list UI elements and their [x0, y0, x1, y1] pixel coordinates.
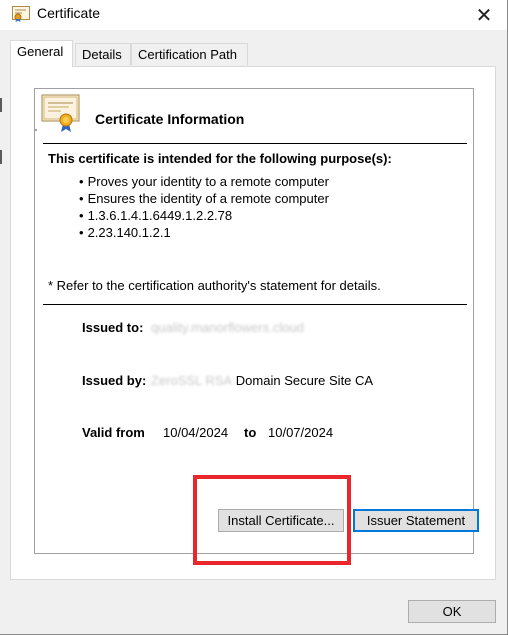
edge-mark	[0, 150, 2, 164]
close-icon: ✕	[475, 4, 493, 27]
tab-certification-path-label: Certification Path	[138, 47, 237, 62]
box-mark	[34, 129, 37, 131]
tab-details-label: Details	[82, 47, 122, 62]
authority-note: * Refer to the certification authority's…	[48, 278, 381, 293]
valid-from-value: 10/04/2024	[163, 425, 229, 440]
ok-button[interactable]: OK	[408, 600, 496, 623]
install-certificate-button[interactable]: Install Certificate...	[218, 509, 344, 532]
issued-to-value: quality.manorflowers.cloud	[151, 320, 304, 335]
certificate-info-box: Certificate Information This certificate…	[34, 88, 474, 554]
issued-by-label: Issued by:	[82, 373, 147, 388]
tab-general[interactable]: General	[10, 40, 73, 67]
tab-general-label: General	[17, 44, 64, 59]
valid-from-label: Valid from	[82, 425, 145, 440]
purpose-list: Proves your identity to a remote compute…	[79, 173, 329, 241]
issued-by-value: ZeroSSL RSA Domain Secure Site CA	[151, 373, 373, 388]
divider	[43, 304, 467, 305]
issued-to-label: Issued to:	[82, 320, 144, 335]
list-item: Proves your identity to a remote compute…	[79, 173, 329, 190]
issuer-name: Domain Secure Site CA	[235, 373, 374, 388]
valid-to-label: to	[244, 425, 257, 440]
certificate-ribbon-icon	[41, 94, 80, 132]
valid-to-value: 10/07/2024	[268, 425, 334, 440]
certificate-dialog: Certificate ✕ General Details Certificat…	[0, 0, 508, 635]
certificate-icon	[12, 6, 30, 22]
divider	[43, 143, 467, 144]
edge-mark	[0, 98, 2, 112]
window-title: Certificate	[37, 5, 101, 21]
general-tab-panel: Certificate Information This certificate…	[10, 66, 496, 580]
close-button[interactable]: ✕	[461, 0, 507, 30]
list-item: 1.3.6.1.4.1.6449.1.2.2.78	[79, 207, 329, 224]
redacted-text: quality.manorflowers.cloud	[151, 320, 304, 335]
redacted-text: ZeroSSL RSA	[151, 373, 233, 388]
certificate-information-heading: Certificate Information	[95, 111, 245, 127]
issuer-statement-button[interactable]: Issuer Statement	[353, 509, 479, 532]
list-item: Ensures the identity of a remote compute…	[79, 190, 329, 207]
tab-details[interactable]: Details	[75, 43, 131, 65]
title-bar: Certificate ✕	[0, 0, 507, 30]
list-item: 2.23.140.1.2.1	[79, 224, 329, 241]
tab-certification-path[interactable]: Certification Path	[131, 43, 248, 65]
purpose-heading: This certificate is intended for the fol…	[48, 151, 392, 166]
